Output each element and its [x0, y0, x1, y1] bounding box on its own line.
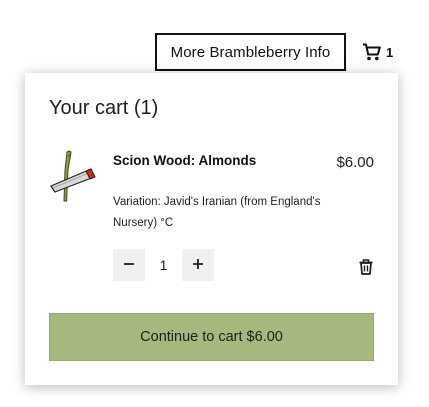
quantity-value[interactable]: 1 [145, 257, 182, 273]
mini-cart-drawer: Your cart (1) Scion Wood: Almonds $6.00 … [25, 73, 398, 385]
cart-item-price: $6.00 [336, 154, 374, 171]
remove-item-button[interactable] [359, 259, 373, 275]
minus-icon [123, 258, 135, 273]
scion-wood-icon[interactable] [49, 150, 97, 202]
continue-to-cart-button[interactable]: Continue to cart $6.00 [49, 313, 374, 361]
plus-icon [192, 258, 204, 273]
mini-cart-toggle[interactable]: 1 [362, 40, 402, 64]
decrease-quantity-button[interactable] [113, 249, 145, 281]
cart-item-variation: Variation: Javid's Iranian (from England… [113, 196, 321, 229]
more-brambleberry-info-button[interactable]: More Brambleberry Info [155, 33, 346, 71]
cart-count-badge: 1 [386, 45, 394, 60]
cart-item-name[interactable]: Scion Wood: Almonds [113, 153, 256, 168]
cart-title: Your cart (1) [49, 97, 159, 119]
trash-icon [359, 259, 373, 279]
increase-quantity-button[interactable] [182, 249, 214, 281]
quantity-stepper: 1 [113, 249, 214, 281]
cart-icon [362, 42, 382, 62]
